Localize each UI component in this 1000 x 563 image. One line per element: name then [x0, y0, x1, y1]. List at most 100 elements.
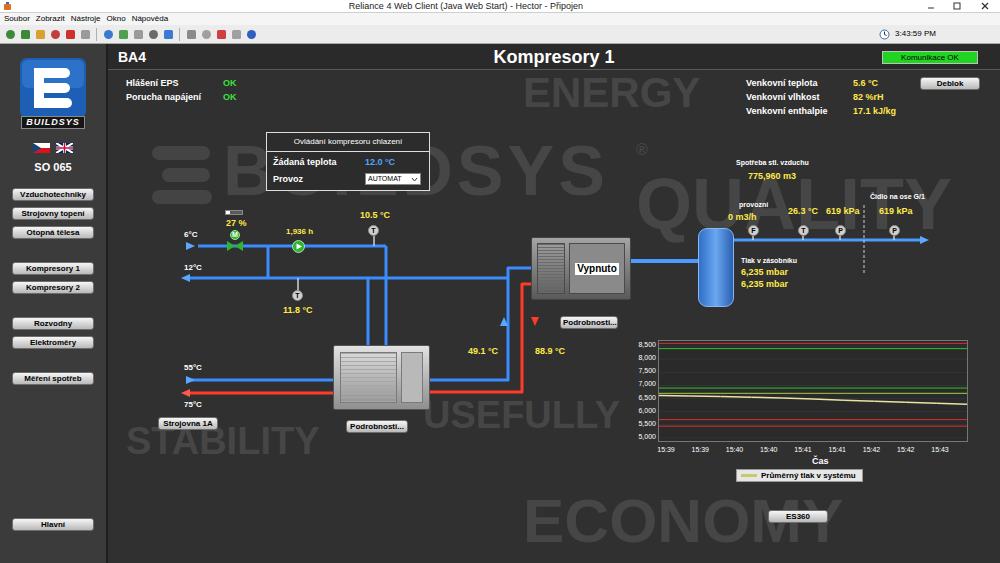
setpoint-value[interactable]: 12.0 °C: [365, 157, 423, 168]
y-tick: 7,000: [634, 380, 656, 388]
details-button[interactable]: Podrobnosti...: [560, 316, 618, 329]
toolbar-icon[interactable]: [102, 28, 114, 40]
outdoor-value: 5.6 °C: [853, 78, 896, 88]
toolbar-icon[interactable]: [117, 28, 129, 40]
toolbar-icon[interactable]: [215, 28, 227, 40]
deblok-button[interactable]: Deblok: [920, 77, 980, 90]
y-tick: 7,500: [634, 367, 656, 375]
sidebar-button[interactable]: Elektroměry: [12, 336, 94, 349]
valve-actuator[interactable]: M: [230, 230, 240, 240]
tank-pressure-value: 6,235 mbar: [741, 267, 788, 277]
temperature-sensor: T: [368, 225, 379, 236]
limit-line: [659, 393, 967, 394]
sidebar-button[interactable]: Strojovny topení: [12, 207, 94, 220]
air-sensor-reading: 619 kPa: [826, 206, 860, 216]
toolbar-icon[interactable]: [245, 28, 257, 40]
consumption-value: 775,960 m3: [748, 171, 796, 181]
sidebar-button[interactable]: Kompresory 1: [12, 262, 94, 275]
grid-line: [659, 385, 967, 386]
main-panel: BA4Kompresory 1Komunikace OKENERGYBUILDS…: [108, 44, 1000, 563]
y-tick: 6,000: [634, 407, 656, 415]
y-tick: 8,000: [634, 354, 656, 362]
alarm-label: Hlášení EPS: [126, 78, 223, 88]
toolbar-icon[interactable]: [64, 28, 76, 40]
toolbar-icon[interactable]: [34, 28, 46, 40]
mode-label: Provoz: [273, 174, 365, 185]
sidebar-button[interactable]: Vzduchotechniky: [12, 188, 94, 201]
toolbar-separator: [179, 28, 180, 41]
czech-flag-icon[interactable]: [33, 143, 50, 153]
page-id: BA4: [118, 47, 493, 68]
x-tick: 15:41: [822, 446, 852, 454]
menu-item[interactable]: Okno: [107, 13, 126, 25]
site-code: SO 065: [34, 161, 71, 174]
x-tick: 15:40: [754, 446, 784, 454]
series-segment: [659, 395, 690, 397]
hot-water-in-label: 55°C: [184, 363, 202, 373]
clock-time: 3:43:59 PM: [893, 28, 996, 40]
compressor-state: Vypnuto: [575, 263, 619, 275]
series-segment: [905, 402, 936, 403]
menu-item[interactable]: Nápověda: [132, 13, 168, 25]
limit-line: [659, 388, 967, 389]
series-segment: [690, 395, 721, 397]
toolbar-icon[interactable]: [185, 28, 197, 40]
y-tick: 6,500: [634, 394, 656, 402]
details-button[interactable]: Podrobnosti...: [346, 420, 408, 433]
grid-line: [659, 359, 967, 360]
mode-dropdown[interactable]: AUTOMAT: [365, 173, 421, 185]
mode-value: AUTOMAT: [368, 174, 402, 184]
title-bar: Reliance 4 Web Client (Java Web Start) -…: [0, 0, 1000, 13]
chart-plot: [658, 340, 968, 442]
air-sensor-reading: 0 m3/h: [728, 212, 757, 222]
x-tick: 15:40: [720, 446, 750, 454]
valve-icon: [227, 241, 243, 251]
sidebar-button[interactable]: Kompresory 2: [12, 281, 94, 294]
toolbar-icon[interactable]: [49, 28, 61, 40]
menu-item[interactable]: Zobrazit: [36, 13, 65, 25]
es360-button[interactable]: ES360: [768, 510, 828, 523]
room-button[interactable]: Strojovna 1A: [158, 417, 218, 430]
chiller-vent: [340, 352, 397, 403]
air-sensor: P: [889, 225, 900, 236]
chiller-panel: [401, 352, 423, 403]
toolbar-icon[interactable]: [19, 28, 31, 40]
toolbar-icon[interactable]: [200, 28, 212, 40]
valve-reading: 27 %: [226, 218, 247, 228]
toolbar-icon[interactable]: [79, 28, 91, 40]
main-menu-button[interactable]: Hlavní: [12, 518, 94, 531]
toolbar-icon[interactable]: [230, 28, 242, 40]
outdoor-value: 82 %rH: [853, 92, 896, 102]
chart-svg: [659, 341, 967, 441]
uk-flag-icon[interactable]: [56, 143, 73, 153]
supply-temperature: 10.5 °C: [360, 210, 390, 220]
outdoor-value: 17.1 kJ/kg: [853, 106, 896, 116]
sidebar-button[interactable]: Rozvodny: [12, 317, 94, 330]
toolbar-icon[interactable]: [162, 28, 174, 40]
limit-line: [659, 348, 967, 349]
legend-label: Průměrný tlak v systému: [761, 471, 856, 481]
air-sensor-reading: 26.3 °C: [788, 206, 818, 216]
compressor-unit[interactable]: Vypnuto: [531, 237, 631, 300]
workspace: BUILDSYSSO 065VzduchotechnikyStrojovny t…: [0, 44, 1000, 563]
series-segment: [782, 398, 813, 399]
close-icon: [970, 0, 1000, 13]
air-sensor-label: Čidlo na ose G/1: [870, 192, 925, 201]
toolbar-icon[interactable]: [147, 28, 159, 40]
toolbar-icon[interactable]: [4, 28, 16, 40]
chiller-unit[interactable]: [333, 345, 430, 410]
pipe-network: [108, 70, 998, 563]
legend-swatch: [741, 474, 757, 477]
limit-line: [659, 343, 967, 344]
menu-item[interactable]: Soubor: [4, 13, 30, 25]
menu-item[interactable]: Nástroje: [71, 13, 101, 25]
outdoor-conditions: Venkovní teplota5.6 °CVenkovní vlhkost82…: [746, 78, 896, 116]
sidebar-button[interactable]: Měření spotřeb: [12, 372, 94, 385]
grid-line: [659, 346, 967, 347]
sidebar-button[interactable]: Otopná tělesa: [12, 226, 94, 239]
tank-pressure-label: Tlak v zásobníku: [741, 256, 797, 265]
toolbar-icon[interactable]: [132, 28, 144, 40]
pump-icon: [292, 240, 305, 253]
grid-line: [659, 424, 967, 425]
watermark: STABILITY: [126, 422, 320, 460]
